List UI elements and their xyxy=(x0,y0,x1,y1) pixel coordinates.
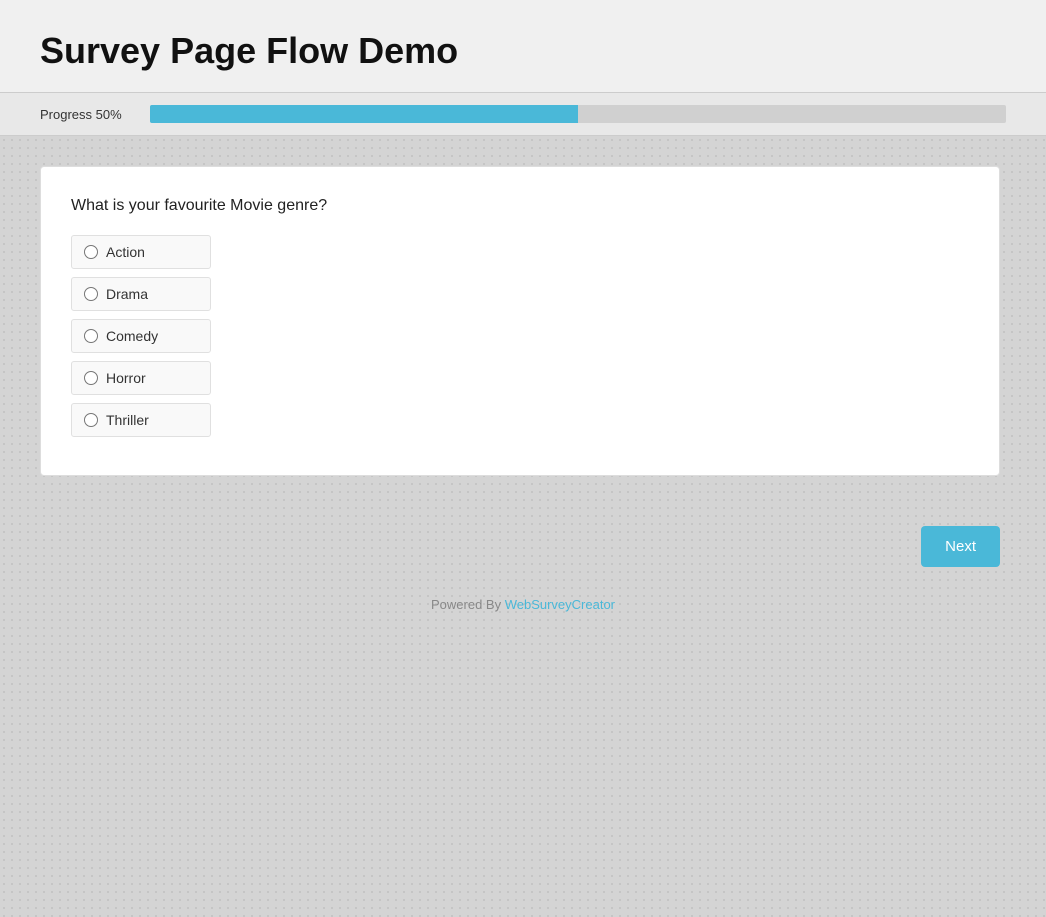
survey-card: What is your favourite Movie genre? Acti… xyxy=(40,166,1000,476)
progress-section: Progress 50% xyxy=(0,93,1046,136)
progress-label: Progress 50% xyxy=(40,107,130,122)
page-title: Survey Page Flow Demo xyxy=(40,30,1006,72)
radio-input-comedy[interactable] xyxy=(84,329,98,343)
options-list: Action Drama Comedy Horror Thriller xyxy=(71,235,969,437)
powered-by-text: Powered By xyxy=(431,597,501,612)
progress-bar-fill xyxy=(150,105,578,123)
radio-option-action[interactable]: Action xyxy=(71,235,211,269)
radio-label-drama[interactable]: Drama xyxy=(106,286,148,302)
radio-label-action[interactable]: Action xyxy=(106,244,145,260)
radio-option-drama[interactable]: Drama xyxy=(71,277,211,311)
footer-nav: Next xyxy=(0,506,1040,587)
radio-input-horror[interactable] xyxy=(84,371,98,385)
radio-option-thriller[interactable]: Thriller xyxy=(71,403,211,437)
radio-input-action[interactable] xyxy=(84,245,98,259)
progress-bar-container xyxy=(150,105,1006,123)
radio-label-horror[interactable]: Horror xyxy=(106,370,146,386)
radio-option-comedy[interactable]: Comedy xyxy=(71,319,211,353)
main-content: What is your favourite Movie genre? Acti… xyxy=(0,136,1046,506)
question-text: What is your favourite Movie genre? xyxy=(71,197,969,215)
radio-input-thriller[interactable] xyxy=(84,413,98,427)
header: Survey Page Flow Demo xyxy=(0,0,1046,93)
powered-by: Powered By WebSurveyCreator xyxy=(0,587,1046,622)
powered-by-link[interactable]: WebSurveyCreator xyxy=(505,597,615,612)
radio-input-drama[interactable] xyxy=(84,287,98,301)
next-button[interactable]: Next xyxy=(921,526,1000,567)
radio-label-comedy[interactable]: Comedy xyxy=(106,328,158,344)
radio-label-thriller[interactable]: Thriller xyxy=(106,412,149,428)
radio-option-horror[interactable]: Horror xyxy=(71,361,211,395)
